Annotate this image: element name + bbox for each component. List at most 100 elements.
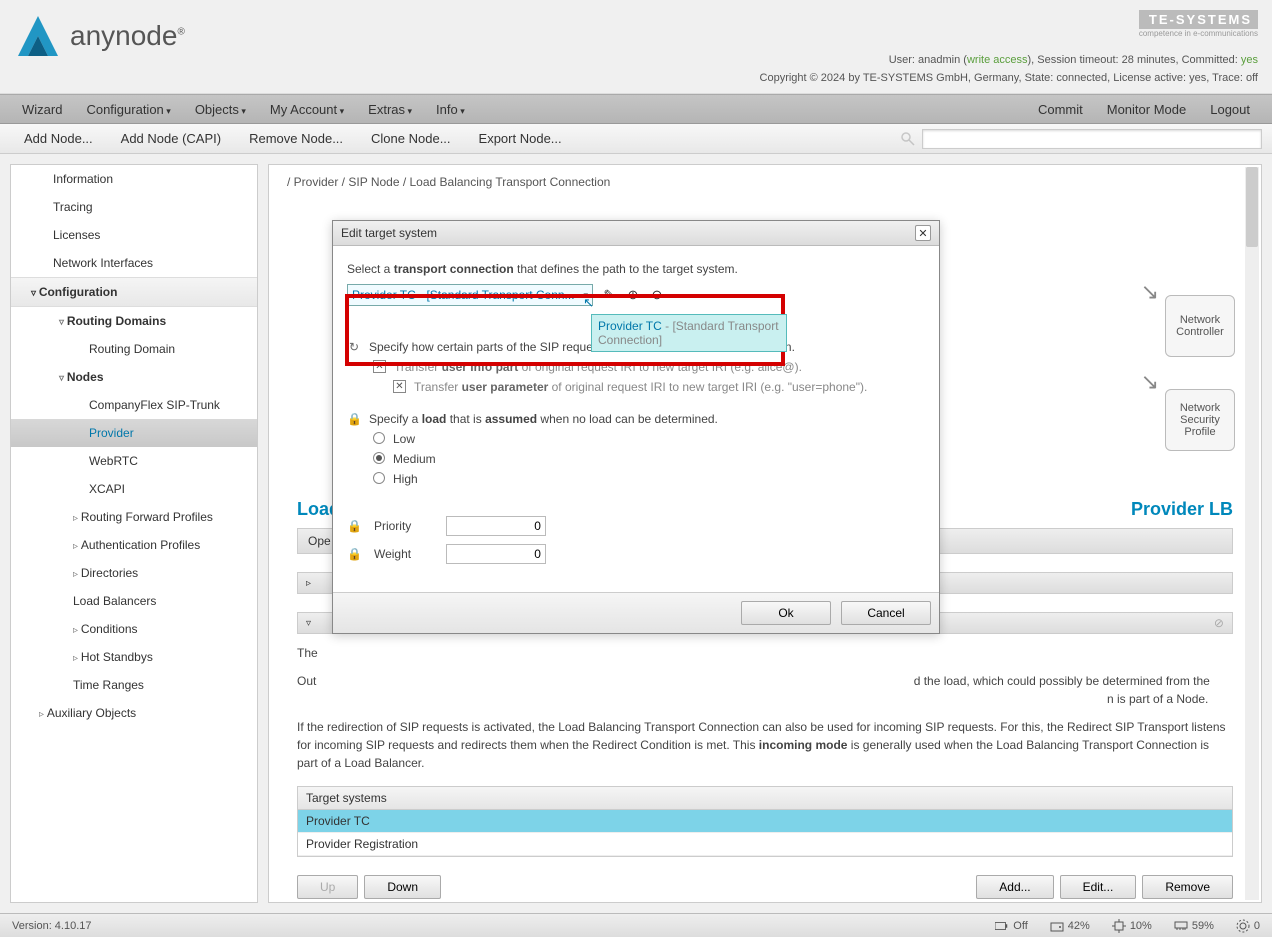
priority-input[interactable]: [446, 516, 546, 536]
lock-icon: 🔒: [347, 547, 362, 561]
text-redirect: If the redirection of SIP requests is ac…: [297, 718, 1233, 772]
sidebar-xcapi[interactable]: XCAPI: [11, 475, 257, 503]
status-line-1: User: anadmin (write access), Session ti…: [889, 54, 1258, 66]
cancel-button[interactable]: Cancel: [841, 601, 931, 625]
sidebar-load-balancers[interactable]: Load Balancers: [11, 587, 257, 615]
sidebar-configuration[interactable]: Configuration: [11, 277, 257, 307]
sidebar-tracing[interactable]: Tracing: [11, 193, 257, 221]
dialog-title-text: Edit target system: [341, 226, 437, 240]
radio-medium-label: Medium: [393, 452, 436, 466]
sidebar-routing-forward[interactable]: Routing Forward Profiles: [11, 503, 257, 531]
stat-battery: Off: [995, 919, 1027, 933]
chk1-label: Transfer user info part of original requ…: [394, 360, 802, 374]
cpu-icon: [1112, 919, 1126, 933]
arrow-icon: ↘: [1141, 369, 1159, 395]
table-row[interactable]: Provider TC: [298, 810, 1232, 833]
chk2-label: Transfer user parameter of original requ…: [414, 380, 867, 394]
menu-objects[interactable]: Objects: [183, 96, 258, 123]
toolbar-export-node[interactable]: Export Node...: [465, 126, 576, 151]
gear-icon: [1236, 919, 1250, 933]
sidebar-companyflex[interactable]: CompanyFlex SIP-Trunk: [11, 391, 257, 419]
stat-mem: 59%: [1174, 919, 1214, 933]
sidebar-information[interactable]: Information: [11, 165, 257, 193]
sidebar-nodes[interactable]: Nodes: [11, 363, 257, 391]
menu-monitor-mode[interactable]: Monitor Mode: [1095, 96, 1198, 123]
stat-gear: 0: [1236, 919, 1260, 933]
menu-wizard[interactable]: Wizard: [10, 96, 74, 123]
edit-button[interactable]: Edit...: [1060, 875, 1137, 899]
table-row[interactable]: Provider Registration: [298, 833, 1232, 856]
ok-button[interactable]: Ok: [741, 601, 831, 625]
toolbar-add-node[interactable]: Add Node...: [10, 126, 107, 151]
menubar: Wizard Configuration Objects My Account …: [0, 94, 1272, 124]
search-input[interactable]: [922, 129, 1262, 149]
weight-input[interactable]: [446, 544, 546, 564]
sidebar-provider[interactable]: Provider: [11, 419, 257, 447]
up-button[interactable]: Up: [297, 875, 358, 899]
sidebar-network-interfaces[interactable]: Network Interfaces: [11, 249, 257, 277]
edit-target-dialog: Edit target system ✕ Select a transport …: [332, 220, 940, 634]
sidebar-auth-profiles[interactable]: Authentication Profiles: [11, 531, 257, 559]
toolbar-remove-node[interactable]: Remove Node...: [235, 126, 357, 151]
block-icon: ⊘: [1214, 616, 1224, 630]
weight-label: Weight: [374, 547, 434, 561]
sidebar-licenses[interactable]: Licenses: [11, 221, 257, 249]
disk-icon: [1050, 919, 1064, 933]
te-logo-sub: competence in e-communications: [1139, 29, 1258, 38]
scrollbar[interactable]: [1245, 167, 1259, 900]
add-button[interactable]: Add...: [976, 875, 1053, 899]
menu-logout[interactable]: Logout: [1198, 96, 1262, 123]
close-icon[interactable]: ✕: [915, 225, 931, 241]
dialog-footer: Ok Cancel: [333, 592, 939, 633]
refresh-icon: ↻: [347, 340, 361, 354]
down-button[interactable]: Down: [364, 875, 441, 899]
menu-configuration[interactable]: Configuration: [74, 96, 182, 123]
logo: anynode®: [14, 12, 185, 60]
checkbox-userparam[interactable]: ✕: [393, 380, 406, 393]
text-the: The: [297, 644, 1233, 662]
scroll-thumb[interactable]: [1246, 167, 1258, 247]
lock-icon: 🔒: [347, 519, 362, 533]
priority-label: Priority: [374, 519, 434, 533]
add-icon[interactable]: ⊕: [625, 287, 641, 303]
te-systems-logo: TE-SYSTEMS competence in e-communication…: [1139, 10, 1258, 38]
sidebar-routing-domain[interactable]: Routing Domain: [11, 335, 257, 363]
target-systems-table: Target systems Provider TC Provider Regi…: [297, 786, 1233, 857]
box-network-controller[interactable]: Network Controller: [1165, 295, 1235, 357]
transport-connection-select[interactable]: Provider TC - [Standard Transport Conn..…: [347, 284, 593, 306]
dialog-titlebar[interactable]: Edit target system ✕: [333, 221, 939, 246]
menu-my-account[interactable]: My Account: [258, 96, 356, 123]
battery-icon: [995, 919, 1009, 933]
remove-button[interactable]: Remove: [1142, 875, 1233, 899]
anynode-logo-icon: [14, 12, 62, 60]
sidebar-time-ranges[interactable]: Time Ranges: [11, 671, 257, 699]
menu-info[interactable]: Info: [424, 96, 477, 123]
toolbar-clone-node[interactable]: Clone Node...: [357, 126, 465, 151]
radio-low-label: Low: [393, 432, 415, 446]
radio-high[interactable]: [373, 472, 385, 484]
radio-low[interactable]: [373, 432, 385, 444]
checkbox-userinfo[interactable]: ✕: [373, 360, 386, 373]
version-text: Version: 4.10.17: [12, 920, 92, 932]
sidebar-webrtc[interactable]: WebRTC: [11, 447, 257, 475]
menu-commit[interactable]: Commit: [1026, 96, 1095, 123]
select-dropdown[interactable]: Provider TC - [Standard Transport Connec…: [591, 314, 787, 352]
status-line-2: Copyright © 2024 by TE-SYSTEMS GmbH, Ger…: [760, 72, 1258, 84]
toolbar-add-node-capi[interactable]: Add Node (CAPI): [107, 126, 235, 151]
box-network-security[interactable]: Network Security Profile: [1165, 389, 1235, 451]
remove-icon[interactable]: ⊖: [649, 287, 665, 303]
table-header: Target systems: [298, 787, 1232, 810]
dialog-body: Select a transport connection that defin…: [333, 246, 939, 592]
menu-extras[interactable]: Extras: [356, 96, 424, 123]
sidebar-hot-standbys[interactable]: Hot Standbys: [11, 643, 257, 671]
sidebar-conditions[interactable]: Conditions: [11, 615, 257, 643]
sidebar: Information Tracing Licenses Network Int…: [10, 164, 258, 903]
load-label: Specify a load that is assumed when no l…: [369, 412, 718, 426]
sidebar-auxiliary[interactable]: Auxiliary Objects: [11, 699, 257, 727]
title-provider-lb: Provider LB: [1131, 499, 1233, 520]
radio-medium[interactable]: [373, 452, 385, 464]
edit-icon[interactable]: ✎: [601, 287, 617, 303]
sidebar-routing-domains[interactable]: Routing Domains: [11, 307, 257, 335]
sidebar-directories[interactable]: Directories: [11, 559, 257, 587]
stat-disk: 42%: [1050, 919, 1090, 933]
